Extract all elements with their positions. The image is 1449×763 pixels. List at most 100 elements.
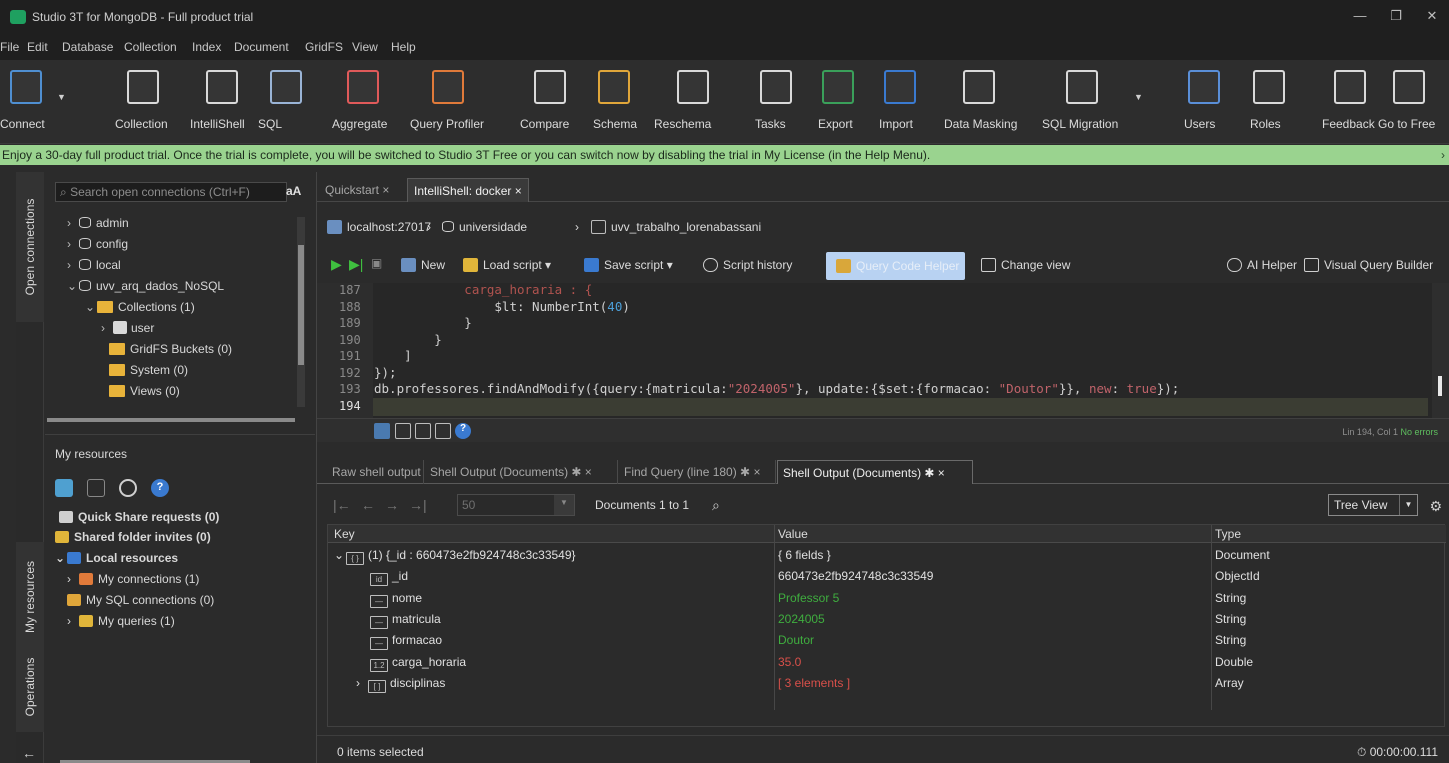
pin-close-icon[interactable]: ✱ × <box>921 466 944 480</box>
column-key[interactable]: Key <box>334 527 355 541</box>
menu-edit[interactable]: Edit <box>27 40 48 54</box>
chevron-down-icon[interactable]: ⌄ <box>85 300 97 314</box>
chevron-right-icon[interactable]: › <box>356 676 368 690</box>
visual-query-builder-button[interactable]: Visual Query Builder <box>1304 258 1433 272</box>
tab-quickstart-close-icon[interactable]: × <box>382 183 389 197</box>
query-code-helper-button[interactable]: Query Code Helper <box>826 252 965 280</box>
document-count-icon[interactable]: ⌕ <box>712 497 720 514</box>
breadcrumb-database[interactable]: universidade <box>442 220 527 234</box>
text-mode-icon[interactable] <box>395 423 411 439</box>
table-mode-icon[interactable] <box>415 423 431 439</box>
table-row[interactable]: ›[ ] disciplinas [ 3 elements ] Array <box>328 673 1446 694</box>
run-icon[interactable]: ▶ <box>331 256 342 273</box>
tab-operations[interactable]: Operations <box>16 642 44 732</box>
result-tab[interactable]: Raw shell output <box>327 460 424 484</box>
table-row[interactable]: ⌄{ } (1) {_id : 660473e2fb924748c3c33549}… <box>328 545 1446 566</box>
chevron-right-icon[interactable]: › <box>67 216 79 230</box>
chevron-right-icon[interactable]: › <box>101 321 113 335</box>
run-line-icon[interactable]: ▶| <box>349 256 363 273</box>
column-value[interactable]: Value <box>778 527 808 541</box>
menu-database[interactable]: Database <box>62 40 113 54</box>
script-history-button[interactable]: Script history <box>703 258 792 272</box>
minimize-button[interactable]: — <box>1345 8 1375 26</box>
close-button[interactable]: ✕ <box>1417 8 1447 26</box>
collapse-sidebar-icon[interactable]: ← <box>22 745 36 761</box>
next-page-icon[interactable]: → <box>385 497 399 513</box>
tree-node-collection[interactable]: › user <box>101 321 154 341</box>
help-icon[interactable]: ? <box>151 479 169 497</box>
resource-item[interactable]: Shared folder invites (0) <box>55 530 211 544</box>
case-sensitive-toggle[interactable]: aA <box>286 184 301 198</box>
chevron-right-icon[interactable]: › <box>67 237 79 251</box>
trial-banner-close-icon[interactable]: › <box>1441 148 1445 162</box>
first-page-icon[interactable]: |← <box>333 497 351 513</box>
resource-item[interactable]: Quick Share requests (0) <box>59 510 219 524</box>
resource-item[interactable]: ⌄ Local resources <box>55 551 178 565</box>
chevron-right-icon[interactable]: › <box>67 572 79 586</box>
chevron-down-icon[interactable]: ⌄ <box>67 279 79 293</box>
change-view-button[interactable]: Change view <box>981 258 1070 272</box>
save-script-button[interactable]: Save script ▾ <box>584 258 673 272</box>
restore-button[interactable]: ❐ <box>1381 8 1411 26</box>
tree-node-folder[interactable]: System (0) <box>97 363 188 383</box>
chevron-down-icon[interactable]: ⌄ <box>334 548 346 562</box>
result-tab[interactable]: Shell Output (Documents) ✱ × <box>777 460 973 484</box>
settings-gear-icon[interactable]: ⚙ <box>1429 498 1442 515</box>
tree-node-folder[interactable]: ⌄ Collections (1) <box>85 300 195 320</box>
pin-close-icon[interactable]: ✱ × <box>568 465 591 479</box>
tab-intellishell-docker[interactable]: IntelliShell: docker × <box>407 178 529 202</box>
menu-index[interactable]: Index <box>192 40 221 54</box>
menu-view[interactable]: View <box>352 40 378 54</box>
tree-node-db[interactable]: › local <box>67 258 121 278</box>
table-row[interactable]: — matricula 2024005 String <box>328 609 1446 630</box>
breadcrumb-server[interactable]: localhost:27017 <box>327 220 431 234</box>
resource-item[interactable]: › My connections (1) <box>67 572 199 586</box>
menu-file[interactable]: File <box>0 40 19 54</box>
resource-item[interactable]: › My queries (1) <box>67 614 175 628</box>
load-script-button[interactable]: Load script ▾ <box>463 258 551 272</box>
menu-gridfs[interactable]: GridFS <box>305 40 343 54</box>
result-tab[interactable]: Shell Output (Documents) ✱ × <box>425 460 618 484</box>
tab-intellishell-close-icon[interactable]: × <box>515 184 522 198</box>
tree-node-db[interactable]: › admin <box>67 216 129 236</box>
add-resource-icon[interactable] <box>55 479 73 497</box>
chevron-right-icon[interactable]: › <box>67 614 79 628</box>
tab-quickstart[interactable]: Quickstart × <box>319 178 395 202</box>
pin-close-icon[interactable]: ✱ × <box>737 465 760 479</box>
tree-node-folder[interactable]: GridFS Buckets (0) <box>97 342 232 362</box>
resource-item[interactable]: My SQL connections (0) <box>67 593 214 607</box>
menu-document[interactable]: Document <box>234 40 289 54</box>
result-tab[interactable]: Find Query (line 180) ✱ × <box>619 460 776 484</box>
breadcrumb-collection[interactable]: uvv_trabalho_lorenabassani <box>591 220 761 234</box>
chevron-right-icon[interactable]: › <box>67 258 79 272</box>
menu-collection[interactable]: Collection <box>124 40 177 54</box>
help-icon[interactable]: ? <box>455 423 471 439</box>
last-page-icon[interactable]: →| <box>409 497 427 513</box>
connections-horizontal-scrollbar[interactable] <box>47 418 295 422</box>
view-mode-select[interactable]: Tree View ▼ <box>1328 494 1418 516</box>
new-button[interactable]: New <box>401 258 445 272</box>
tree-mode-icon[interactable] <box>374 423 390 439</box>
chevron-down-icon[interactable]: ▼ <box>57 92 66 102</box>
chevron-down-icon[interactable]: ▼ <box>1134 92 1143 102</box>
tab-open-connections[interactable]: Open connections <box>16 172 44 322</box>
connections-search-input[interactable]: ⌕ Search open connections (Ctrl+F) <box>55 182 287 202</box>
shared-folder-icon[interactable] <box>87 479 105 497</box>
table-row[interactable]: — formacao Doutor String <box>328 630 1446 651</box>
previous-page-icon[interactable]: ← <box>361 497 375 513</box>
ai-helper-button[interactable]: AI Helper <box>1227 258 1297 272</box>
code-scrollbar[interactable] <box>1432 283 1449 418</box>
run-selection-icon[interactable]: ▣ <box>371 256 382 270</box>
table-row[interactable]: — nome Professor 5 String <box>328 588 1446 609</box>
refresh-icon[interactable] <box>119 479 137 497</box>
tab-my-resources[interactable]: My resources <box>16 542 44 652</box>
table-row[interactable]: id _id 660473e2fb924748c3c33549 ObjectId <box>328 566 1446 587</box>
tree-node-folder[interactable]: Views (0) <box>97 384 180 404</box>
column-type[interactable]: Type <box>1215 527 1241 541</box>
page-size-select[interactable]: 50 ▼ <box>457 494 575 516</box>
chevron-down-icon[interactable]: ⌄ <box>55 551 67 565</box>
menu-help[interactable]: Help <box>391 40 416 54</box>
table-row[interactable]: 1.2 carga_horaria 35.0 Double <box>328 652 1446 673</box>
json-mode-icon[interactable] <box>435 423 451 439</box>
tree-node-db[interactable]: › config <box>67 237 128 257</box>
